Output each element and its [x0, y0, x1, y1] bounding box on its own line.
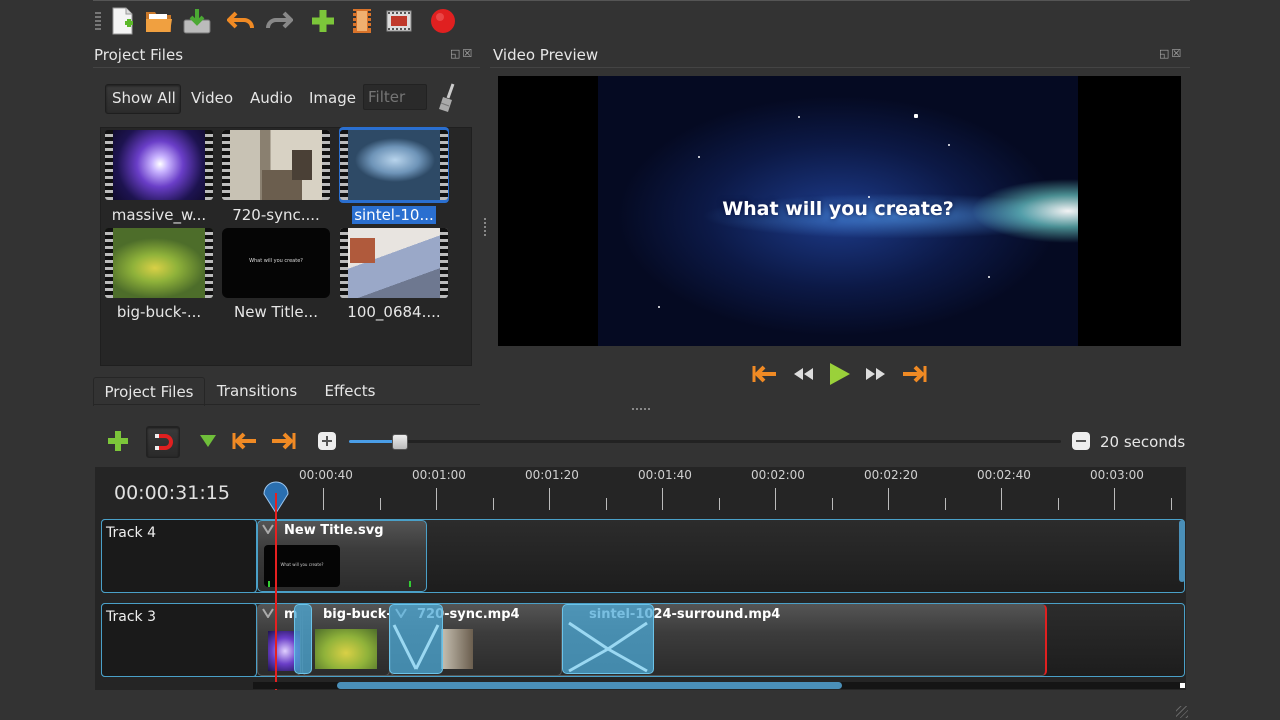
- undo-icon[interactable]: [226, 6, 256, 36]
- tab-effects[interactable]: Effects: [313, 377, 387, 405]
- clip-menu-icon[interactable]: [262, 608, 274, 618]
- rewind-icon[interactable]: [788, 360, 818, 388]
- preview-frame: What will you create?: [598, 76, 1078, 346]
- clear-filter-broom-icon[interactable]: [437, 83, 459, 117]
- profile-icon[interactable]: [347, 6, 377, 36]
- file-label: sintel-10...: [352, 206, 436, 224]
- zoom-slider-fill: [349, 440, 397, 443]
- project-files-title: Project Files: [94, 46, 184, 64]
- toolbar-grip[interactable]: [95, 12, 101, 32]
- preview-overlay-text: What will you create?: [722, 198, 954, 220]
- new-project-icon[interactable]: [108, 6, 138, 36]
- file-label: 720-sync....: [232, 206, 320, 224]
- window-resize-grip[interactable]: [1176, 706, 1188, 718]
- file-thumb-big-buck[interactable]: [105, 228, 213, 298]
- snapping-toggle[interactable]: [146, 426, 180, 458]
- track-name: Track 4: [106, 525, 156, 541]
- add-track-icon[interactable]: [104, 427, 132, 455]
- file-thumb-100-0684[interactable]: [340, 228, 448, 298]
- main-toolbar: [93, 0, 1190, 42]
- ruler-label: 00:02:40: [977, 468, 1031, 482]
- redo-icon[interactable]: [264, 6, 294, 36]
- play-icon[interactable]: [824, 360, 854, 388]
- clip-menu-icon[interactable]: [262, 524, 274, 534]
- transition-block[interactable]: [294, 604, 312, 674]
- previous-marker-icon[interactable]: [230, 427, 260, 455]
- timeline-hscroll-thumb[interactable]: [337, 682, 842, 689]
- clip-new-title[interactable]: New Title.svg What will you create?: [257, 520, 427, 592]
- add-marker-icon[interactable]: [196, 427, 220, 455]
- video-preview-title: Video Preview: [493, 46, 599, 64]
- ruler-label: 00:03:00: [1090, 468, 1144, 482]
- vertical-splitter-handle[interactable]: [484, 218, 486, 238]
- tab-transitions[interactable]: Transitions: [207, 377, 307, 405]
- open-project-icon[interactable]: [144, 6, 174, 36]
- next-marker-icon[interactable]: [268, 427, 298, 455]
- clip-big-buck[interactable]: big-buck-: [302, 604, 390, 676]
- file-thumb-massive[interactable]: [105, 130, 213, 200]
- video-preview-dock-buttons[interactable]: ◱☒: [1159, 47, 1183, 60]
- file-label: 100_0684....: [347, 303, 441, 321]
- filter-audio[interactable]: Audio: [250, 89, 293, 107]
- file-thumb-720-sync[interactable]: [222, 130, 330, 200]
- filter-show-all-label[interactable]: Show All: [112, 89, 176, 107]
- export-video-icon[interactable]: [428, 6, 458, 36]
- file-thumb-sintel[interactable]: [340, 130, 448, 200]
- jump-start-icon[interactable]: [750, 360, 780, 388]
- project-files-dock-buttons[interactable]: ◱☒: [450, 47, 474, 60]
- zoom-level-label: 20 seconds: [1100, 433, 1186, 451]
- file-thumb-new-title[interactable]: What will you create?: [222, 228, 330, 298]
- filter-input[interactable]: [363, 84, 427, 110]
- zoom-slider-track[interactable]: [349, 440, 1061, 443]
- horizontal-splitter-handle[interactable]: [632, 408, 652, 410]
- fast-forward-icon[interactable]: [861, 360, 891, 388]
- file-label: New Title...: [234, 303, 318, 321]
- jump-end-icon[interactable]: [899, 360, 929, 388]
- fullscreen-icon[interactable]: [384, 6, 414, 36]
- ruler-label: 00:01:20: [525, 468, 579, 482]
- zoom-slider-handle[interactable]: [392, 434, 408, 450]
- ruler-label: 00:02:20: [864, 468, 918, 482]
- filter-video[interactable]: Video: [191, 89, 233, 107]
- zoom-in-icon[interactable]: [316, 427, 338, 455]
- timeline-vscroll-thumb[interactable]: [1179, 520, 1185, 582]
- transition-block[interactable]: [562, 604, 654, 674]
- video-preview-canvas[interactable]: What will you create?: [498, 76, 1181, 346]
- ruler-label: 00:01:40: [638, 468, 692, 482]
- playhead-line: [275, 493, 277, 690]
- ruler-label: 00:00:40: [299, 468, 353, 482]
- tab-project-files[interactable]: Project Files: [93, 377, 205, 406]
- file-label: massive_w...: [111, 206, 207, 224]
- timecode-display: 00:00:31:15: [114, 482, 230, 504]
- track-name: Track 3: [106, 609, 156, 625]
- transition-block[interactable]: [389, 604, 443, 674]
- filter-image[interactable]: Image: [309, 89, 356, 107]
- ruler-label: 00:02:00: [751, 468, 805, 482]
- file-label: big-buck-...: [116, 303, 202, 321]
- scroll-corner: [1180, 683, 1185, 688]
- zoom-out-icon[interactable]: [1070, 427, 1092, 455]
- import-files-icon[interactable]: [308, 6, 338, 36]
- save-project-icon[interactable]: [182, 6, 212, 36]
- ruler-label: 00:01:00: [412, 468, 466, 482]
